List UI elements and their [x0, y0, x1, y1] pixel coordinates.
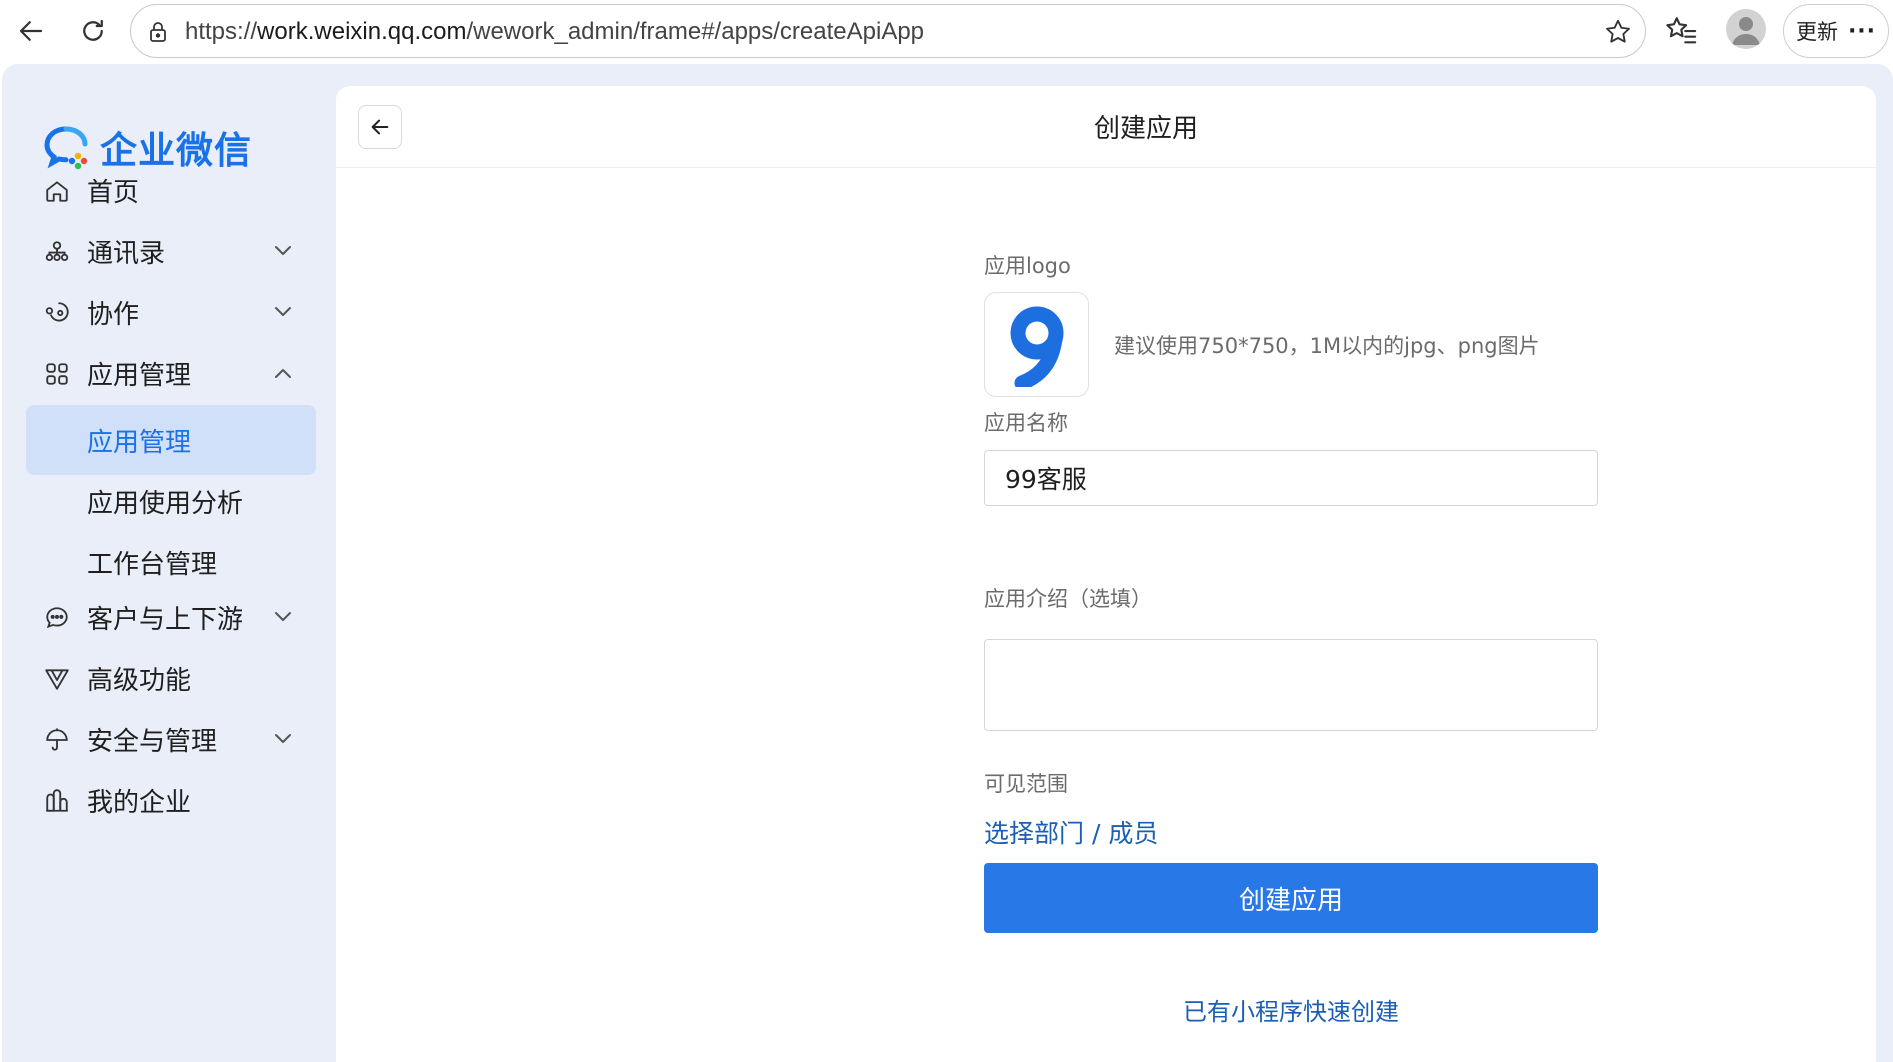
umbrella-icon [46, 728, 68, 751]
sidebar: 企业微信 首页 通讯录 协作 应用管理 应用管理 应用使用分析 工作台管理 客户… [2, 64, 336, 1062]
profile-avatar[interactable] [1726, 9, 1766, 49]
sidebar-item-label: 工作台管理 [87, 549, 218, 580]
logo-label: 应用logo [984, 254, 1071, 278]
sidebar-item-label: 协作 [87, 299, 140, 330]
sidebar-item-label: 客户与上下游 [87, 604, 244, 635]
page-title: 创建应用 [1093, 114, 1198, 144]
building-icon [46, 789, 68, 812]
sidebar-subitem-app-management[interactable]: 应用管理 [26, 405, 316, 475]
app-name-input[interactable] [984, 450, 1598, 506]
back-arrow-icon[interactable] [10, 10, 52, 52]
sidebar-item-security[interactable]: 安全与管理 [26, 704, 316, 774]
create-app-button[interactable]: 创建应用 [984, 863, 1598, 933]
reload-icon[interactable] [72, 10, 114, 52]
app-logo-upload[interactable] [984, 292, 1089, 397]
chevron-up-icon[interactable] [272, 364, 294, 382]
sidebar-item-home[interactable]: 首页 [26, 155, 316, 225]
select-members-link[interactable]: 选择部门 / 成员 [984, 814, 1158, 850]
sidebar-item-advanced[interactable]: 高级功能 [26, 643, 316, 713]
chat-bubble-icon [46, 607, 68, 629]
mini-program-create-link[interactable]: 已有小程序快速创建 [984, 992, 1598, 1027]
sidebar-item-label: 通讯录 [87, 238, 166, 269]
sidebar-item-label: 高级功能 [87, 665, 192, 696]
sidebar-item-label: 应用管理 [87, 360, 192, 391]
update-label: 更新 [1795, 20, 1838, 44]
url-host: work.weixin.qq.com [257, 18, 467, 45]
sidebar-item-contacts[interactable]: 通讯录 [26, 216, 316, 286]
description-label: 应用介绍（选填） [984, 587, 1152, 611]
advanced-icon [45, 669, 69, 690]
lock-icon [150, 22, 166, 42]
app-logo-nine-icon [1010, 306, 1063, 387]
browser-toolbar: https://work.weixin.qq.com/wework_admin/… [0, 0, 1893, 62]
visibility-label: 可见范围 [984, 772, 1068, 796]
url-path: /wework_admin/frame#/apps/createApiApp [466, 18, 925, 45]
chevron-down-icon[interactable] [272, 730, 294, 748]
home-icon [46, 181, 68, 202]
main-panel: 创建应用 应用logo 建议使用750*750，1M以内的jpg、png图片 应… [336, 86, 1876, 1062]
favorites-icon[interactable] [1664, 14, 1698, 48]
name-label: 应用名称 [984, 411, 1068, 435]
page-header: 创建应用 [336, 86, 1876, 168]
sidebar-item-label: 应用管理 [87, 427, 192, 458]
sidebar-item-my-enterprise[interactable]: 我的企业 [26, 765, 316, 835]
url-prefix: https:// [185, 18, 258, 45]
chevron-down-icon[interactable] [272, 303, 294, 321]
logo-hint: 建议使用750*750，1M以内的jpg、png图片 [1114, 334, 1540, 358]
sidebar-item-collaboration[interactable]: 协作 [26, 277, 316, 347]
address-bar[interactable]: https://work.weixin.qq.com/wework_admin/… [130, 4, 1646, 58]
update-button[interactable]: 更新 ··· [1783, 4, 1889, 58]
chevron-down-icon[interactable] [272, 242, 294, 260]
bookmark-star-icon[interactable] [1603, 17, 1633, 47]
collaboration-icon [45, 302, 69, 322]
sidebar-item-label: 安全与管理 [87, 726, 218, 757]
sidebar-item-label: 首页 [87, 177, 140, 208]
apps-grid-icon [46, 363, 68, 385]
sidebar-item-customers[interactable]: 客户与上下游 [26, 582, 316, 652]
chevron-down-icon[interactable] [272, 608, 294, 626]
sidebar-item-label: 我的企业 [87, 787, 192, 818]
more-icon[interactable]: ··· [1848, 19, 1876, 44]
app-frame: 企业微信 首页 通讯录 协作 应用管理 应用管理 应用使用分析 工作台管理 客户… [2, 64, 1893, 1062]
sidebar-subitem-app-usage-analysis[interactable]: 应用使用分析 [26, 466, 316, 536]
sidebar-item-label: 应用使用分析 [87, 488, 244, 519]
sidebar-item-app-management[interactable]: 应用管理 [26, 338, 316, 408]
url-text: https://work.weixin.qq.com/wework_admin/… [185, 18, 924, 46]
contacts-icon [45, 241, 69, 262]
app-description-input[interactable] [984, 639, 1598, 731]
